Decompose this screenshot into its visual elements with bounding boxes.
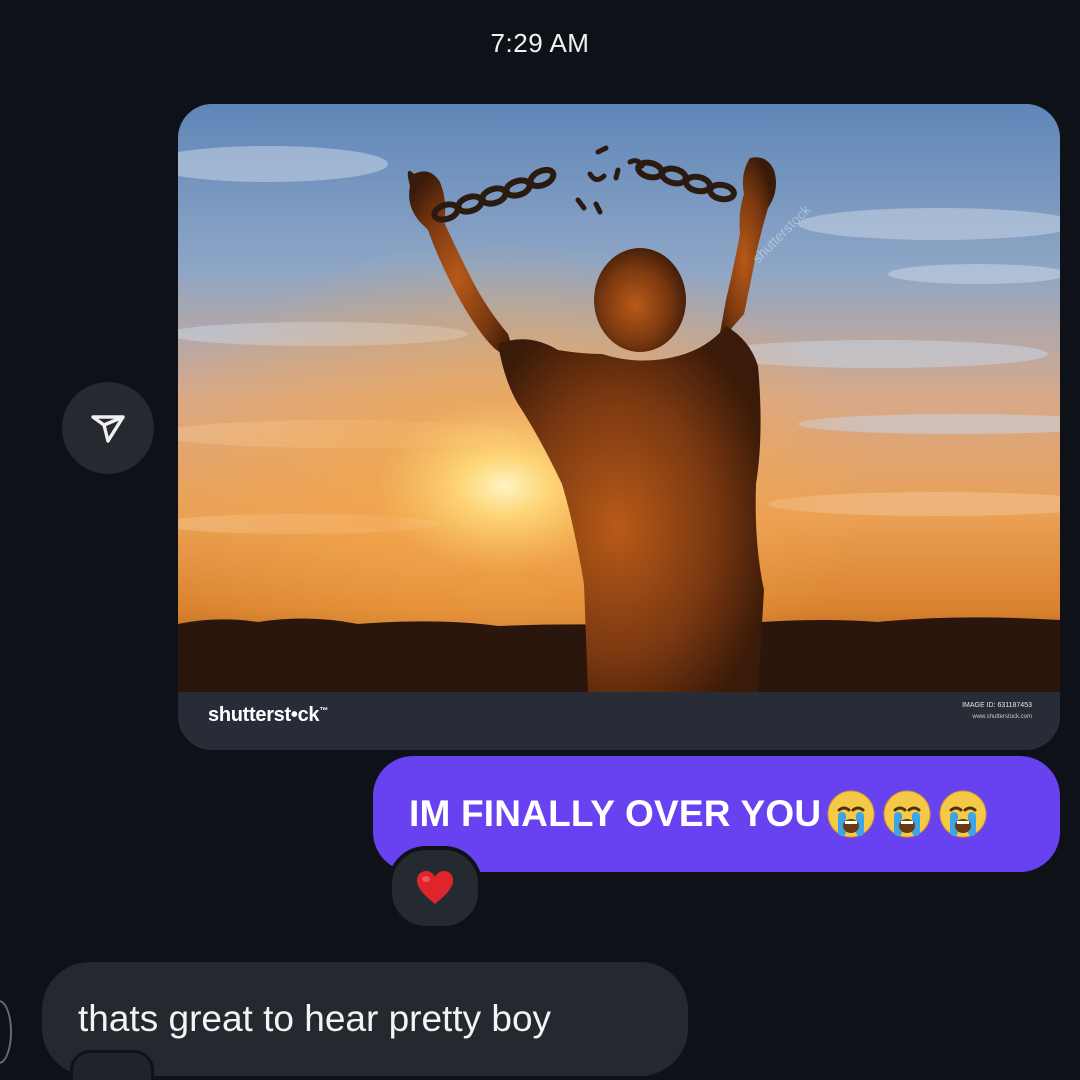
photo: shutterstock [178,104,1060,692]
share-button[interactable] [62,382,154,474]
watermark-url: www.shutterstock.com [972,714,1032,720]
sent-message-text: IM FINALLY OVER YOU [409,793,822,834]
red-heart-icon [417,871,453,904]
image-id-label: IMAGE ID: 631187453 [962,702,1032,709]
send-icon [91,415,125,443]
reaction-chip[interactable] [70,1050,154,1080]
sent-message-bubble[interactable]: IM FINALLY OVER YOU [373,756,1060,872]
emoji-row [825,788,989,840]
heart-reaction[interactable] [388,846,482,930]
chat-screen: 7:29 AM shutterstock shutterst•ck™ IMAGE… [0,0,1080,1080]
crying-face-icon [939,790,987,838]
message-timestamp: 7:29 AM [490,28,590,58]
shutterstock-logo: shutterst•ck™ [208,704,328,726]
crying-face-icon [827,790,875,838]
watermark-bar: shutterst•ck™ IMAGE ID: 631187453 www.sh… [178,692,1060,750]
received-message-text: thats great to hear pretty boy [78,998,552,1039]
image-message[interactable]: shutterstock shutterst•ck™ IMAGE ID: 631… [178,104,1060,750]
avatar[interactable] [0,1000,12,1064]
crying-face-icon [883,790,931,838]
